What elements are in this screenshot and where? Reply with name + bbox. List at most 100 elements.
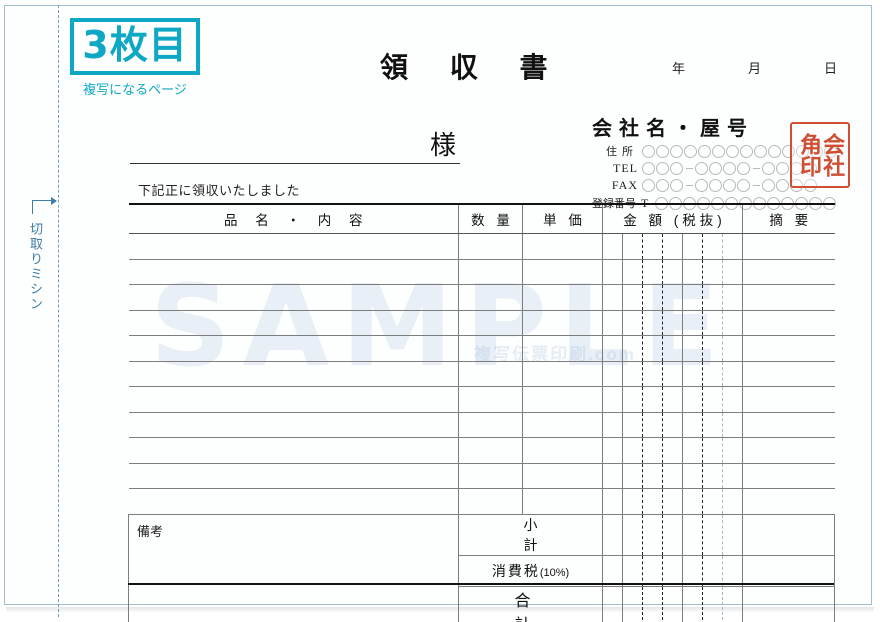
tax-amount[interactable] bbox=[602, 554, 743, 587]
subtotal-amount[interactable] bbox=[602, 513, 743, 556]
digit-cell bbox=[702, 336, 722, 361]
cell-remark[interactable] bbox=[742, 258, 835, 285]
total-amount[interactable] bbox=[602, 585, 743, 622]
cell-unit-price[interactable] bbox=[522, 386, 603, 413]
cell-unit-price[interactable] bbox=[522, 437, 603, 464]
table-row[interactable] bbox=[128, 335, 835, 362]
cell-item[interactable] bbox=[128, 411, 459, 438]
addressee-field[interactable]: 様 bbox=[130, 128, 460, 164]
digit-cell bbox=[722, 336, 742, 361]
phone-separator bbox=[686, 185, 693, 186]
cell-unit-price[interactable] bbox=[522, 488, 603, 515]
cell-remark[interactable] bbox=[742, 309, 835, 336]
remarks-cell[interactable]: 備考 bbox=[128, 513, 459, 622]
cell-quantity[interactable] bbox=[458, 411, 523, 438]
cell-unit-price[interactable] bbox=[522, 233, 603, 260]
cell-unit-price[interactable] bbox=[522, 335, 603, 362]
cell-amount[interactable] bbox=[602, 360, 743, 387]
cell-quantity[interactable] bbox=[458, 360, 523, 387]
cell-unit-price[interactable] bbox=[522, 360, 603, 387]
placeholder-circle bbox=[768, 144, 781, 158]
cell-remark[interactable] bbox=[742, 284, 835, 311]
cell-item[interactable] bbox=[128, 488, 459, 515]
digit-cell bbox=[702, 438, 722, 463]
digit-cell bbox=[662, 234, 682, 259]
cell-amount[interactable] bbox=[602, 411, 743, 438]
cell-unit-price[interactable] bbox=[522, 309, 603, 336]
cell-quantity[interactable] bbox=[458, 437, 523, 464]
cell-amount[interactable] bbox=[602, 386, 743, 413]
cell-remark[interactable] bbox=[742, 437, 835, 464]
cell-quantity[interactable] bbox=[458, 488, 523, 515]
summary-row-subtotal[interactable]: 備考 小 計 bbox=[128, 513, 835, 622]
cell-remark[interactable] bbox=[742, 411, 835, 438]
cell-amount[interactable] bbox=[602, 462, 743, 489]
cell-remark[interactable] bbox=[742, 335, 835, 362]
digit-cell bbox=[702, 514, 722, 555]
cell-amount[interactable] bbox=[602, 258, 743, 285]
cell-remark[interactable] bbox=[742, 462, 835, 489]
amount-digit-grid bbox=[603, 555, 742, 586]
cell-unit-price[interactable] bbox=[522, 411, 603, 438]
cell-item[interactable] bbox=[128, 258, 459, 285]
placeholder-circle bbox=[776, 162, 789, 175]
table-row[interactable] bbox=[128, 233, 835, 260]
cell-remark[interactable] bbox=[742, 360, 835, 387]
cell-amount[interactable] bbox=[602, 488, 743, 515]
cell-quantity[interactable] bbox=[458, 233, 523, 260]
cell-item[interactable] bbox=[128, 360, 459, 387]
cell-amount[interactable] bbox=[602, 233, 743, 260]
cell-amount[interactable] bbox=[602, 437, 743, 464]
subtotal-remark[interactable] bbox=[742, 513, 835, 556]
digit-cell bbox=[682, 285, 702, 310]
cell-unit-price[interactable] bbox=[522, 462, 603, 489]
cell-item[interactable] bbox=[128, 335, 459, 362]
cell-remark[interactable] bbox=[742, 386, 835, 413]
document-title: 領 収 書 bbox=[380, 51, 564, 84]
copy-page-number: 3枚目 bbox=[70, 18, 200, 75]
cell-remark[interactable] bbox=[742, 488, 835, 515]
digit-cell bbox=[662, 438, 682, 463]
cell-amount[interactable] bbox=[602, 284, 743, 311]
table-row[interactable] bbox=[128, 360, 835, 387]
placeholder-circle bbox=[737, 179, 750, 192]
table-row[interactable] bbox=[128, 411, 835, 438]
tel-label: TEL bbox=[613, 161, 638, 175]
placeholder-circle bbox=[712, 144, 725, 158]
cell-remark[interactable] bbox=[742, 233, 835, 260]
tax-remark[interactable] bbox=[742, 554, 835, 587]
digit-cell bbox=[662, 259, 682, 284]
cell-item[interactable] bbox=[128, 309, 459, 336]
table-row[interactable] bbox=[128, 437, 835, 464]
table-row[interactable] bbox=[128, 309, 835, 336]
total-remark[interactable] bbox=[742, 585, 835, 622]
digit-cell bbox=[642, 387, 662, 412]
cell-quantity[interactable] bbox=[458, 258, 523, 285]
cell-quantity[interactable] bbox=[458, 386, 523, 413]
digit-cell bbox=[603, 336, 622, 361]
placeholder-circle bbox=[737, 162, 750, 175]
cell-item[interactable] bbox=[128, 233, 459, 260]
cell-amount[interactable] bbox=[602, 335, 743, 362]
cell-item[interactable] bbox=[128, 437, 459, 464]
table-row[interactable] bbox=[128, 386, 835, 413]
table-row[interactable] bbox=[128, 258, 835, 285]
cell-quantity[interactable] bbox=[458, 462, 523, 489]
cell-quantity[interactable] bbox=[458, 309, 523, 336]
table-row[interactable] bbox=[128, 284, 835, 311]
cell-item[interactable] bbox=[128, 462, 459, 489]
placeholder-circle bbox=[684, 144, 697, 158]
digit-cell bbox=[722, 234, 742, 259]
cell-amount[interactable] bbox=[602, 309, 743, 336]
table-row[interactable] bbox=[128, 488, 835, 515]
cell-item[interactable] bbox=[128, 284, 459, 311]
table-row[interactable] bbox=[128, 462, 835, 489]
cell-quantity[interactable] bbox=[458, 284, 523, 311]
placeholder-circle bbox=[723, 162, 736, 175]
cell-quantity[interactable] bbox=[458, 335, 523, 362]
cell-unit-price[interactable] bbox=[522, 284, 603, 311]
amount-digit-grid bbox=[603, 514, 742, 555]
cell-unit-price[interactable] bbox=[522, 258, 603, 285]
cell-item[interactable] bbox=[128, 386, 459, 413]
seal-left-column: 角印 bbox=[796, 133, 821, 177]
